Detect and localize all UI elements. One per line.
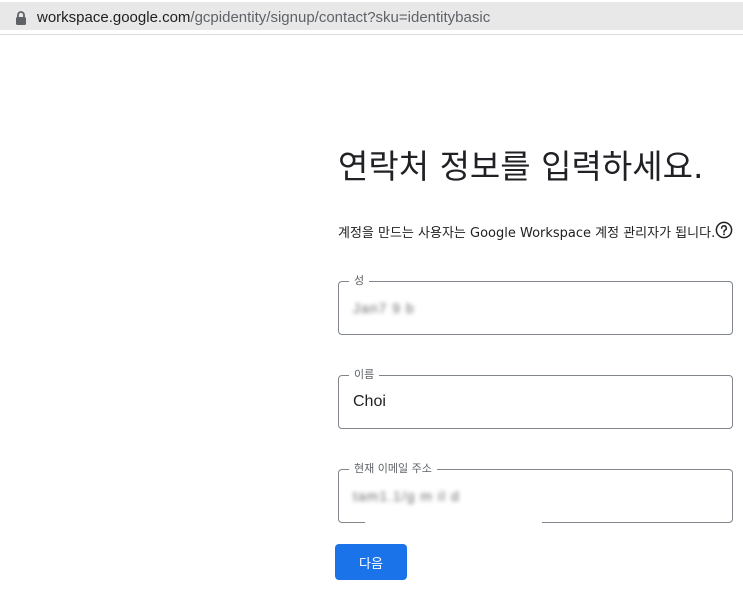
next-button[interactable]: 다음 <box>335 544 407 580</box>
lock-icon[interactable] <box>14 10 28 26</box>
toolbar-divider <box>0 34 743 35</box>
last-name-input[interactable] <box>353 282 713 334</box>
url-field[interactable]: workspace.google.com/gcpidentity/signup/… <box>0 2 743 30</box>
redaction-overlay <box>365 512 542 528</box>
first-name-field[interactable]: 이름 <box>338 367 733 429</box>
page-title: 연락처 정보를 입력하세요. <box>338 147 704 186</box>
last-name-field[interactable]: 성 <box>338 273 733 335</box>
url-path: /gcpidentity/signup/contact?sku=identity… <box>190 9 491 26</box>
help-circle-icon[interactable] <box>715 221 733 239</box>
url-text[interactable]: workspace.google.com/gcpidentity/signup/… <box>37 9 490 27</box>
page-subtitle: 계정을 만드는 사용자는 Google Workspace 계정 관리자가 됩니… <box>338 226 716 241</box>
url-host: workspace.google.com <box>37 9 191 26</box>
first-name-input[interactable] <box>353 376 713 428</box>
browser-address-bar: workspace.google.com/gcpidentity/signup/… <box>0 0 743 34</box>
